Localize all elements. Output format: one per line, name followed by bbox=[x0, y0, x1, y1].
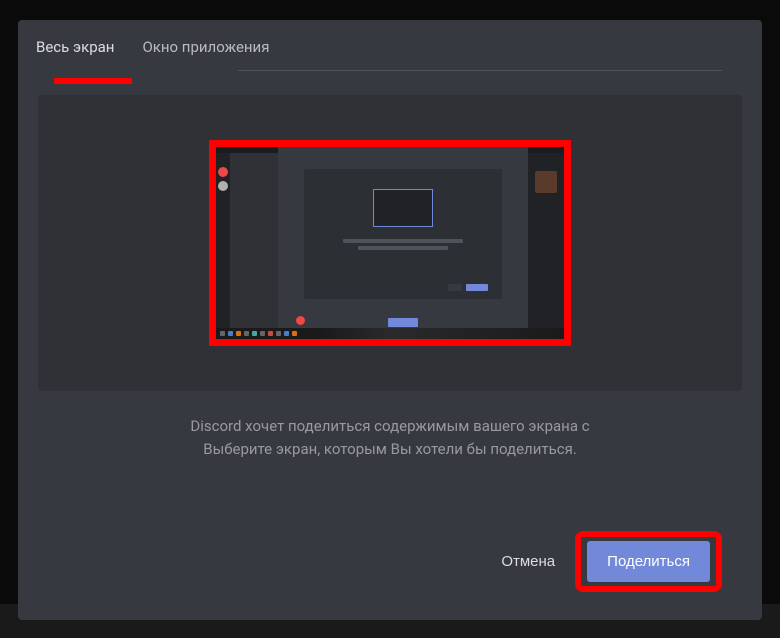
mock-inner-modal bbox=[304, 169, 502, 299]
mock-share-btn bbox=[466, 284, 488, 291]
mock-channels bbox=[230, 147, 278, 339]
mock-button-row bbox=[448, 284, 488, 291]
annotation-share-highlight: Поделиться bbox=[575, 531, 722, 592]
mock-taskbar-icon bbox=[228, 331, 233, 336]
mock-taskbar-icon bbox=[260, 331, 265, 336]
tab-fullscreen[interactable]: Весь экран bbox=[36, 38, 114, 70]
cancel-button[interactable]: Отмена bbox=[501, 553, 555, 570]
description-line-1: Discord хочет поделиться содержимым ваше… bbox=[38, 415, 742, 438]
mock-taskbar bbox=[216, 328, 564, 339]
annotation-thumb-highlight bbox=[209, 140, 571, 346]
mock-right-tile bbox=[535, 171, 557, 193]
screen-preview-container bbox=[38, 95, 742, 391]
modal-footer: Отмена Поделиться bbox=[18, 511, 762, 620]
mock-taskbar-icon bbox=[220, 331, 225, 336]
share-button[interactable]: Поделиться bbox=[587, 541, 710, 582]
tab-row: Весь экран Окно приложения bbox=[18, 20, 762, 70]
mock-taskbar-icon bbox=[268, 331, 273, 336]
screen-share-modal: Весь экран Окно приложения bbox=[18, 20, 762, 620]
mock-text-line bbox=[358, 246, 448, 250]
content-area: Discord хочет поделиться содержимым ваше… bbox=[18, 71, 762, 511]
tab-app-window[interactable]: Окно приложения bbox=[142, 38, 269, 70]
description-line-2: Выберите экран, которым Вы хотели бы под… bbox=[38, 438, 742, 461]
mock-taskbar-icon bbox=[252, 331, 257, 336]
mock-inner-thumb bbox=[373, 189, 433, 227]
screen-thumbnail[interactable] bbox=[216, 147, 564, 339]
annotation-underline bbox=[54, 78, 132, 84]
mock-main-area bbox=[278, 147, 528, 339]
mock-taskbar-icon bbox=[276, 331, 281, 336]
mock-server-list bbox=[216, 147, 230, 339]
mock-taskbar-icon bbox=[292, 331, 297, 336]
mock-right-panel bbox=[528, 147, 564, 339]
mock-text-line bbox=[343, 239, 463, 243]
mock-taskbar-icon bbox=[236, 331, 241, 336]
mock-taskbar-icon bbox=[284, 331, 289, 336]
mock-record-icon bbox=[296, 316, 305, 325]
share-description: Discord хочет поделиться содержимым ваше… bbox=[38, 415, 742, 460]
mock-bottom-btn bbox=[388, 318, 418, 327]
mock-cancel-btn bbox=[448, 284, 462, 291]
mock-taskbar-icon bbox=[244, 331, 249, 336]
